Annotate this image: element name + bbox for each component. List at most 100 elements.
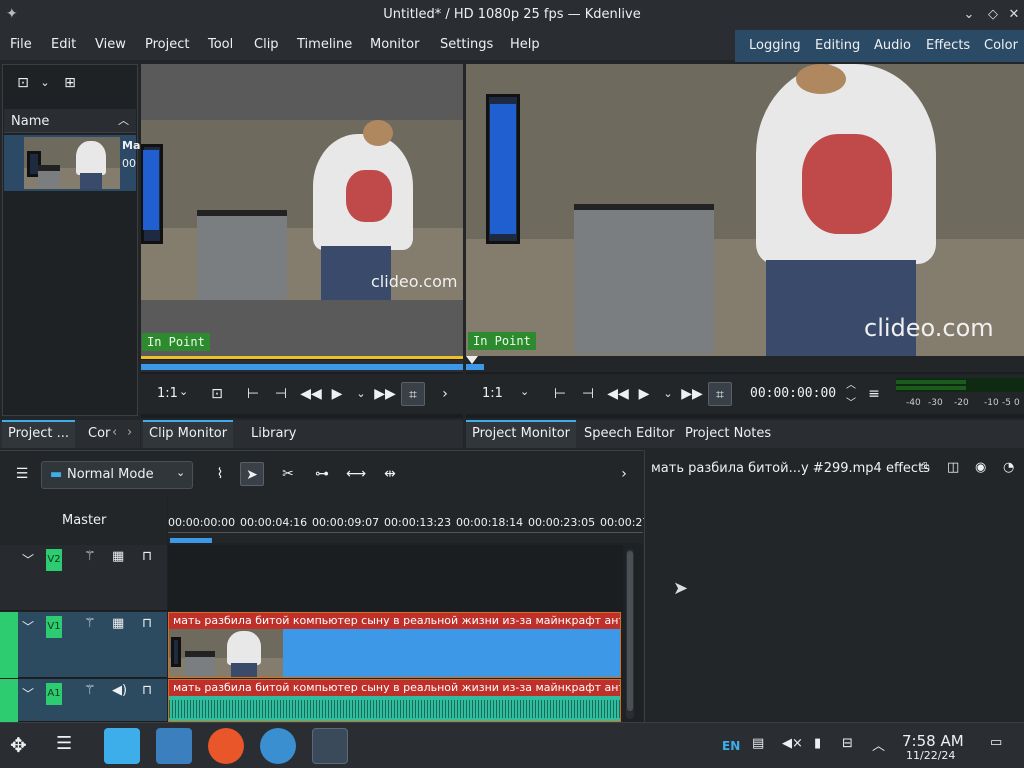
- tab-library[interactable]: Library: [245, 420, 302, 448]
- timecode-up-icon[interactable]: ︿: [846, 376, 856, 391]
- edit-mode-select[interactable]: ▬ Normal Mode ⌄: [41, 461, 193, 489]
- layout-effects[interactable]: Effects: [926, 38, 970, 53]
- selection-tool-icon[interactable]: ➤: [240, 462, 264, 486]
- layout-color[interactable]: Color: [984, 38, 1018, 53]
- kdenlive-task-icon[interactable]: [312, 728, 348, 764]
- project-zoom-select[interactable]: 1:1: [482, 386, 503, 401]
- settings-gear-icon[interactable]: [260, 728, 296, 764]
- clip-overlay-icon[interactable]: ⊡: [205, 382, 229, 406]
- firefox-icon[interactable]: [208, 728, 244, 764]
- project-set-out-icon[interactable]: ⊣: [576, 382, 600, 406]
- timeline-settings-icon[interactable]: ☰: [10, 462, 34, 486]
- magic-wand-icon[interactable]: ⌇: [208, 462, 232, 486]
- tab-project-notes[interactable]: Project Notes: [679, 420, 777, 448]
- clip-rewind-icon[interactable]: ◀◀: [299, 382, 323, 406]
- timer-icon[interactable]: ◔: [1003, 460, 1014, 475]
- razor-tool-icon[interactable]: ✂: [276, 462, 300, 486]
- menu-project[interactable]: Project: [145, 37, 189, 52]
- minimize-icon[interactable]: ⌄: [960, 6, 978, 24]
- track-hide-icon[interactable]: ▦: [112, 616, 124, 631]
- clip-zoom-chevron-icon[interactable]: ⌄: [179, 385, 188, 398]
- menu-timeline[interactable]: Timeline: [297, 37, 352, 52]
- tab-speech-editor[interactable]: Speech Editor: [578, 420, 681, 448]
- compare-icon[interactable]: ◫: [947, 460, 959, 475]
- track-mute-icon[interactable]: ◀): [112, 683, 127, 698]
- tab-project-monitor[interactable]: Project Monitor: [466, 420, 577, 448]
- clip-set-out-icon[interactable]: ⊣: [269, 382, 293, 406]
- network-icon[interactable]: ⊟: [842, 736, 853, 751]
- clock-time[interactable]: 7:58 AM: [902, 732, 964, 750]
- track-effects-icon[interactable]: ⚚: [84, 549, 96, 564]
- track-lock-icon[interactable]: ⊓: [142, 549, 152, 564]
- battery-icon[interactable]: ▮: [814, 736, 821, 751]
- project-rewind-icon[interactable]: ◀◀: [606, 382, 630, 406]
- timeline-scrollbar[interactable]: [626, 549, 634, 719]
- audio-clip[interactable]: мать разбила битой компьютер сыну в реал…: [168, 679, 621, 722]
- collapse-track-icon[interactable]: ﹀: [22, 618, 34, 635]
- maximize-icon[interactable]: ◇: [984, 6, 1002, 24]
- track-tag-v1[interactable]: V1: [46, 616, 62, 638]
- show-desktop-icon[interactable]: ▭: [990, 735, 1002, 750]
- new-folder-icon[interactable]: ⊞: [58, 71, 82, 95]
- timecode-down-icon[interactable]: ﹀: [846, 394, 856, 409]
- collapse-track-icon[interactable]: ﹀: [22, 685, 34, 702]
- collapse-track-icon[interactable]: ﹀: [22, 551, 34, 568]
- clip-zoom-select[interactable]: 1:1: [157, 386, 178, 401]
- playhead-marker-icon[interactable]: [466, 356, 478, 364]
- menu-edit[interactable]: Edit: [51, 37, 76, 52]
- save-effects-icon[interactable]: ⎙: [919, 460, 929, 475]
- track-effects-icon[interactable]: ⚚: [84, 616, 96, 631]
- master-label[interactable]: Master: [62, 513, 106, 528]
- app-launcher-icon[interactable]: ✥: [10, 733, 27, 757]
- layout-logging[interactable]: Logging: [749, 38, 801, 53]
- volume-muted-icon[interactable]: ◀×: [782, 736, 803, 751]
- track-lock-icon[interactable]: ⊓: [142, 616, 152, 631]
- track-tag-v2[interactable]: V2: [46, 549, 62, 571]
- clipboard-icon[interactable]: ▤: [752, 736, 764, 751]
- tab-scroll-left-icon[interactable]: ‹: [112, 425, 117, 440]
- eye-icon[interactable]: ◉: [975, 460, 986, 475]
- clip-monitor-video[interactable]: clideo.com: [141, 120, 463, 300]
- project-monitor-video[interactable]: clideo.com: [466, 64, 1024, 356]
- menu-help[interactable]: Help: [510, 37, 540, 52]
- menu-clip[interactable]: Clip: [254, 37, 279, 52]
- menu-monitor[interactable]: Monitor: [370, 37, 419, 52]
- clip-zone-bar[interactable]: [141, 356, 463, 359]
- menu-file[interactable]: File: [10, 37, 32, 52]
- track-effects-icon[interactable]: ⚚: [84, 683, 96, 698]
- file-manager-icon[interactable]: [156, 728, 192, 764]
- timeline-ruler[interactable]: 00:00:00:00 00:00:04:16 00:00:09:07 00:0…: [168, 497, 649, 543]
- project-menu-icon[interactable]: ≡: [862, 382, 886, 406]
- project-play-chevron-icon[interactable]: ⌄: [656, 382, 680, 406]
- clip-more-icon[interactable]: ›: [433, 382, 457, 406]
- tab-project-bin[interactable]: Project ...: [2, 420, 76, 448]
- system-settings-icon[interactable]: ☰: [56, 733, 72, 754]
- clip-set-in-icon[interactable]: ⊢: [241, 382, 265, 406]
- spacer-tool-icon[interactable]: ⊶: [310, 462, 334, 486]
- ripple-tool-icon[interactable]: ⟷: [344, 462, 368, 486]
- clip-ruler[interactable]: [141, 360, 463, 372]
- menu-settings[interactable]: Settings: [440, 37, 493, 52]
- video-clip[interactable]: мать разбила битой компьютер сыну в реал…: [168, 612, 621, 678]
- project-ruler[interactable]: [466, 356, 1024, 372]
- track-lock-icon[interactable]: ⊓: [142, 683, 152, 698]
- clip-forward-icon[interactable]: ▶▶: [373, 382, 397, 406]
- project-zoom-chevron-icon[interactable]: ⌄: [520, 385, 529, 398]
- menu-tool[interactable]: Tool: [208, 37, 233, 52]
- project-forward-icon[interactable]: ▶▶: [680, 382, 704, 406]
- clip-play-icon[interactable]: ▶: [325, 382, 349, 406]
- track-lane-v2[interactable]: [168, 545, 623, 611]
- bin-clip-item[interactable]: Ma 00: [4, 135, 140, 191]
- sort-chevron-icon[interactable]: ︿: [118, 112, 129, 128]
- menu-view[interactable]: View: [95, 37, 126, 52]
- tab-clip-monitor[interactable]: Clip Monitor: [143, 420, 234, 448]
- project-timecode[interactable]: 00:00:00:00: [750, 386, 836, 401]
- layout-audio[interactable]: Audio: [874, 38, 911, 53]
- track-tag-a1[interactable]: A1: [46, 683, 62, 705]
- project-play-icon[interactable]: ▶: [632, 382, 656, 406]
- layout-editing[interactable]: Editing: [815, 38, 860, 53]
- add-clip-icon[interactable]: ⊡: [11, 71, 35, 95]
- clip-crop-icon[interactable]: ⌗: [401, 382, 425, 406]
- timeline-more-icon[interactable]: ›: [612, 462, 636, 486]
- keyboard-layout[interactable]: EN: [722, 739, 740, 753]
